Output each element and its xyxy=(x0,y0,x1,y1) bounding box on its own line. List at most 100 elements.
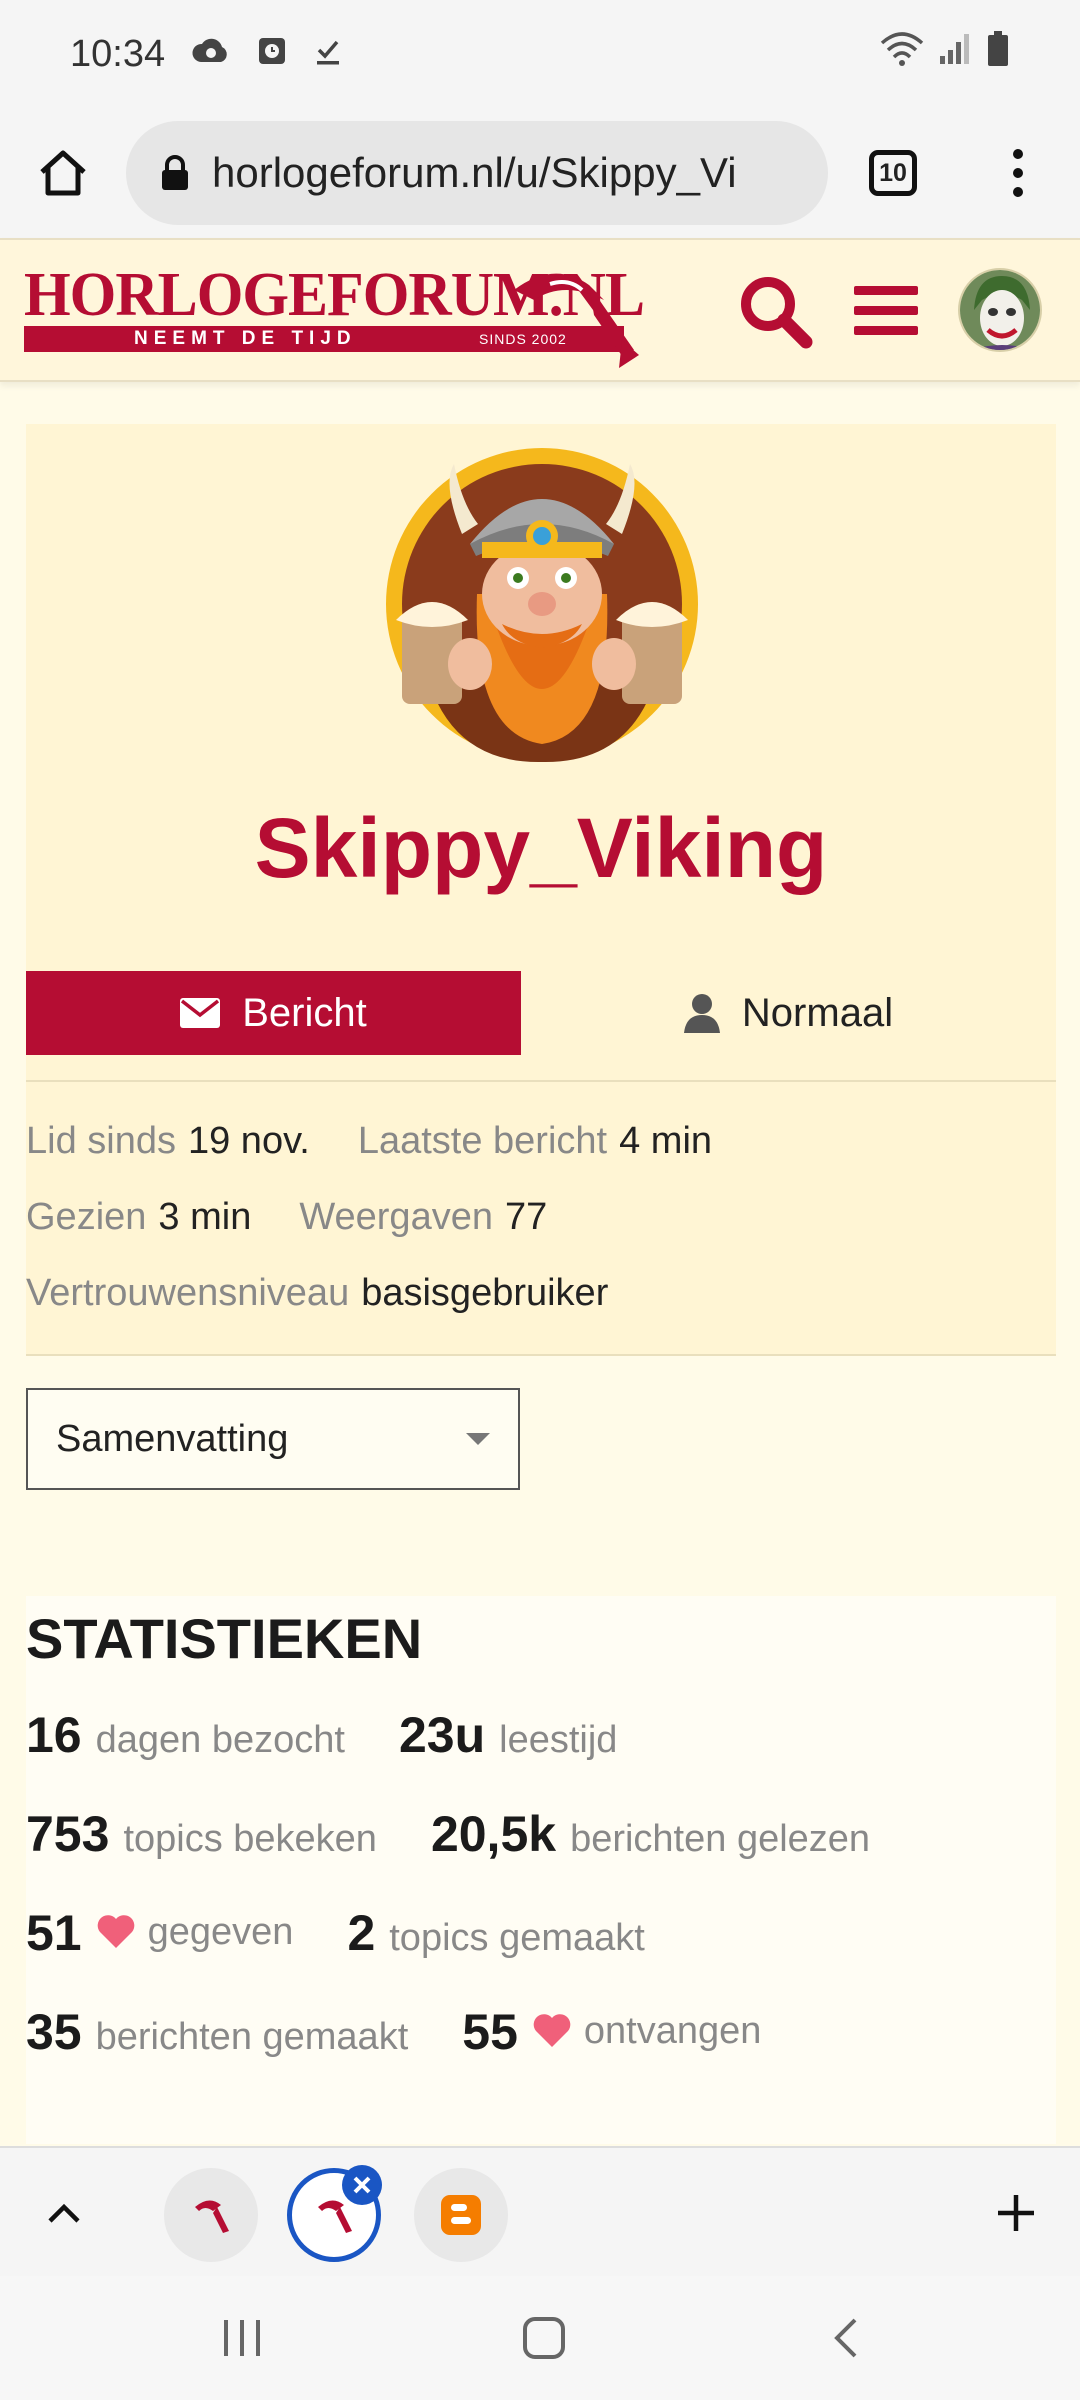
send-message-button[interactable]: Bericht xyxy=(26,971,521,1055)
tab-switcher-button[interactable]: 10 xyxy=(828,108,958,238)
stats-row: 35 berichten gemaakt 55 ontvangen xyxy=(26,2003,815,2061)
stat-value: 35 xyxy=(26,2004,82,2060)
stat-item: 20,5k berichten gelezen xyxy=(431,1805,870,1863)
battery-icon xyxy=(986,31,1010,77)
collapse-tab-strip-button[interactable] xyxy=(24,2173,104,2253)
stat-label: topics gemaakt xyxy=(389,1917,645,1959)
home-icon xyxy=(40,150,86,196)
horlogeforum-favicon-icon xyxy=(195,2200,229,2233)
views-value: 77 xyxy=(504,1196,548,1238)
browser-menu-button[interactable] xyxy=(958,108,1078,238)
tab-strip xyxy=(0,2146,1080,2276)
search-button[interactable] xyxy=(736,272,814,350)
stat-item: 2 topics gemaakt xyxy=(347,1904,644,1962)
user-status-badge: Normaal xyxy=(521,971,1056,1055)
download-done-icon xyxy=(313,33,343,76)
tab-thumbnail[interactable] xyxy=(414,2168,508,2262)
status-time: 10:34 xyxy=(70,32,166,75)
tab-thumbnail-active[interactable] xyxy=(287,2165,382,2262)
chevron-up-icon xyxy=(48,2203,80,2223)
home-button[interactable] xyxy=(0,108,126,238)
new-tab-button[interactable] xyxy=(976,2173,1056,2253)
stat-value: 55 xyxy=(462,2004,518,2060)
stat-value: 2 xyxy=(347,1905,376,1961)
trust-level-value: basisgebruiker xyxy=(361,1272,609,1314)
hamburger-icon xyxy=(854,286,918,335)
last-post-label: Laatste bericht xyxy=(357,1120,608,1162)
status-bar: 10:34 xyxy=(0,0,1080,108)
seen-label: Gezien xyxy=(26,1196,147,1238)
cloud-sync-icon xyxy=(191,33,231,76)
address-bar[interactable]: horlogeforum.nl/u/Skippy_Vi xyxy=(126,121,828,225)
logo-swoosh-icon xyxy=(514,273,639,368)
last-post-value[interactable]: 4 min xyxy=(619,1120,712,1163)
tab-count: 10 xyxy=(869,150,917,196)
hamburger-menu-button[interactable] xyxy=(852,276,922,346)
clock-app-icon xyxy=(257,33,287,76)
stat-label: berichten gelezen xyxy=(570,1818,871,1860)
url-text: horlogeforum.nl/u/Skippy_Vi xyxy=(212,149,737,196)
stat-item: 51 gegeven xyxy=(26,1904,293,1962)
current-user-avatar[interactable] xyxy=(958,268,1042,352)
stat-label: ontvangen xyxy=(583,2009,762,2052)
back-nav-button[interactable] xyxy=(796,2298,896,2378)
stat-label: dagen bezocht xyxy=(95,1719,345,1761)
more-vert-icon xyxy=(1013,149,1023,197)
logo-tagline: NEEMT DE TIJD xyxy=(134,328,357,349)
views-label: Weergaven xyxy=(299,1196,493,1238)
seen-value: 3 min xyxy=(158,1196,252,1238)
user-profile-card: Skippy_Viking Bericht Normaal Lid sinds … xyxy=(26,424,1056,1356)
statistics-heading: STATISTIEKEN xyxy=(26,1607,423,1670)
stat-value: 753 xyxy=(26,1806,110,1862)
stats-row: 51 gegeven 2 topics gemaakt xyxy=(26,1904,699,1962)
signal-icon xyxy=(938,32,972,76)
stat-label: gegeven xyxy=(147,1910,294,1953)
site-logo[interactable]: HORLOGEFORUM.NL NEEMT DE TIJD SINDS 2002 xyxy=(24,259,645,370)
plus-icon xyxy=(998,2195,1034,2231)
stat-item: 753 topics bekeken xyxy=(26,1805,377,1863)
system-navigation-bar xyxy=(0,2276,1080,2400)
stat-value: 20,5k xyxy=(430,1806,557,1862)
stat-label: topics bekeken xyxy=(123,1818,377,1860)
home-nav-button[interactable] xyxy=(494,2298,594,2378)
lock-icon xyxy=(162,155,188,190)
site-header: HORLOGEFORUM.NL NEEMT DE TIJD SINDS 2002 xyxy=(0,238,1080,382)
home-square-icon xyxy=(523,2317,565,2359)
profile-view-select[interactable]: Samenvatting xyxy=(26,1388,520,1490)
stats-row: 753 topics bekeken 20,5k berichten gelez… xyxy=(26,1805,924,1863)
divider xyxy=(26,1080,1056,1082)
heart-icon xyxy=(533,2014,571,2047)
stat-item: 16 dagen bezocht xyxy=(26,1706,345,1764)
recent-apps-button[interactable] xyxy=(192,2298,292,2378)
profile-view-selected: Samenvatting xyxy=(56,1417,289,1460)
envelope-icon xyxy=(180,998,221,1028)
profile-avatar xyxy=(382,444,702,764)
search-icon xyxy=(741,277,813,349)
profile-username: Skippy_Viking xyxy=(254,801,828,895)
meta-row-2: Gezien 3 min Weergaven 77 xyxy=(26,1196,583,1239)
member-since-value: 19 nov. xyxy=(187,1120,310,1162)
stat-item: 55 ontvangen xyxy=(462,2003,761,2061)
wifi-icon xyxy=(880,31,924,77)
blogger-icon xyxy=(441,2195,481,2235)
divider xyxy=(26,1354,1056,1356)
stat-label: leestijd xyxy=(499,1719,618,1761)
caret-down-icon xyxy=(466,1433,490,1445)
trust-level-label: Vertrouwensniveau xyxy=(26,1272,350,1314)
stat-item: 35 berichten gemaakt xyxy=(26,2003,408,2061)
browser-toolbar: horlogeforum.nl/u/Skippy_Vi 10 xyxy=(0,108,1080,238)
user-status-label: Normaal xyxy=(741,990,894,1035)
user-icon xyxy=(683,994,720,1033)
heart-icon xyxy=(97,1915,134,1948)
stat-label: berichten gemaakt xyxy=(95,2016,409,2058)
meta-row-1: Lid sinds 19 nov. Laatste bericht 4 min xyxy=(26,1120,748,1163)
tab-thumbnail[interactable] xyxy=(164,2168,258,2262)
back-chevron-icon xyxy=(834,2318,857,2358)
stat-value: 51 xyxy=(26,1905,82,1961)
send-message-label: Bericht xyxy=(242,990,367,1035)
stat-value: 16 xyxy=(26,1707,82,1763)
close-tab-button[interactable] xyxy=(342,2165,382,2205)
statistics-section: STATISTIEKEN 16 dagen bezocht 23u leesti… xyxy=(26,1596,1056,2144)
stat-item: 23u leestijd xyxy=(399,1706,617,1764)
stats-row: 16 dagen bezocht 23u leestijd xyxy=(26,1706,671,1764)
